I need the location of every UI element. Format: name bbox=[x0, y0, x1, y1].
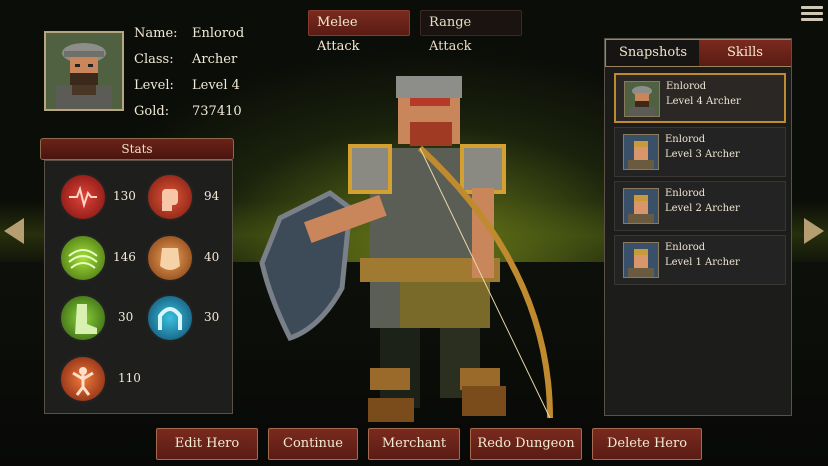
burst-figure-icon bbox=[59, 355, 107, 403]
stat-value: 146 bbox=[113, 250, 136, 264]
class-label: Class: bbox=[134, 52, 174, 67]
snapshot-item[interactable]: Enlorod Level 1 Archer bbox=[614, 235, 786, 285]
hero-character-figure bbox=[259, 76, 553, 422]
stat-value: 30 bbox=[118, 310, 134, 324]
right-arrow-icon[interactable] bbox=[804, 218, 824, 244]
class-value: Archer bbox=[192, 52, 238, 67]
stats-title: Stats bbox=[40, 138, 234, 160]
snapshot-level: Level 4 Archer bbox=[666, 96, 741, 107]
heartbeat-icon bbox=[59, 173, 107, 221]
name-label: Name: bbox=[134, 26, 178, 41]
boot-icon bbox=[59, 294, 107, 342]
snapshot-avatar bbox=[623, 188, 659, 224]
snapshot-item[interactable]: Enlorod Level 3 Archer bbox=[614, 127, 786, 177]
edit-hero-button[interactable]: Edit Hero bbox=[156, 428, 258, 460]
snapshot-name: Enlorod bbox=[665, 134, 706, 145]
stat-value: 94 bbox=[204, 189, 220, 203]
hero-portrait bbox=[44, 31, 124, 111]
level-label: Level: bbox=[134, 78, 174, 93]
hamburger-menu-icon[interactable] bbox=[801, 6, 823, 24]
snapshot-name: Enlorod bbox=[666, 81, 707, 92]
stat-value: 110 bbox=[118, 371, 141, 385]
snapshot-item[interactable]: Enlorod Level 4 Archer bbox=[614, 73, 786, 123]
fist-icon bbox=[146, 173, 194, 221]
gold-label: Gold: bbox=[134, 104, 170, 119]
snapshot-avatar bbox=[623, 242, 659, 278]
gold-value: 737410 bbox=[192, 104, 242, 119]
snapshot-level: Level 3 Archer bbox=[665, 149, 740, 160]
armor-icon bbox=[146, 234, 194, 282]
name-value: Enlorod bbox=[192, 26, 245, 41]
range-attack-tab[interactable]: Range Attack bbox=[420, 10, 522, 54]
snapshot-level: Level 1 Archer bbox=[665, 257, 740, 268]
merchant-button[interactable]: Merchant bbox=[368, 428, 460, 460]
tab-snapshots[interactable]: Snapshots bbox=[607, 40, 699, 66]
snapshot-item[interactable]: Enlorod Level 2 Archer bbox=[614, 181, 786, 231]
speed-swirl-icon bbox=[59, 234, 107, 282]
snapshot-level: Level 2 Archer bbox=[665, 203, 740, 214]
snapshot-avatar bbox=[624, 81, 660, 117]
level-value: Level 4 bbox=[192, 78, 240, 93]
left-arrow-icon[interactable] bbox=[4, 218, 24, 244]
continue-button[interactable]: Continue bbox=[268, 428, 358, 460]
horseshoe-icon bbox=[146, 294, 194, 342]
stat-value: 40 bbox=[204, 250, 220, 264]
stat-value: 30 bbox=[204, 310, 220, 324]
snapshot-name: Enlorod bbox=[665, 242, 706, 253]
redo-dungeon-button[interactable]: Redo Dungeon bbox=[470, 428, 582, 460]
melee-attack-tab[interactable]: Melee Attack bbox=[308, 10, 410, 54]
snapshot-avatar bbox=[623, 134, 659, 170]
stat-value: 130 bbox=[113, 189, 136, 203]
tab-skills[interactable]: Skills bbox=[699, 40, 791, 66]
delete-hero-button[interactable]: Delete Hero bbox=[592, 428, 702, 460]
snapshot-name: Enlorod bbox=[665, 188, 706, 199]
